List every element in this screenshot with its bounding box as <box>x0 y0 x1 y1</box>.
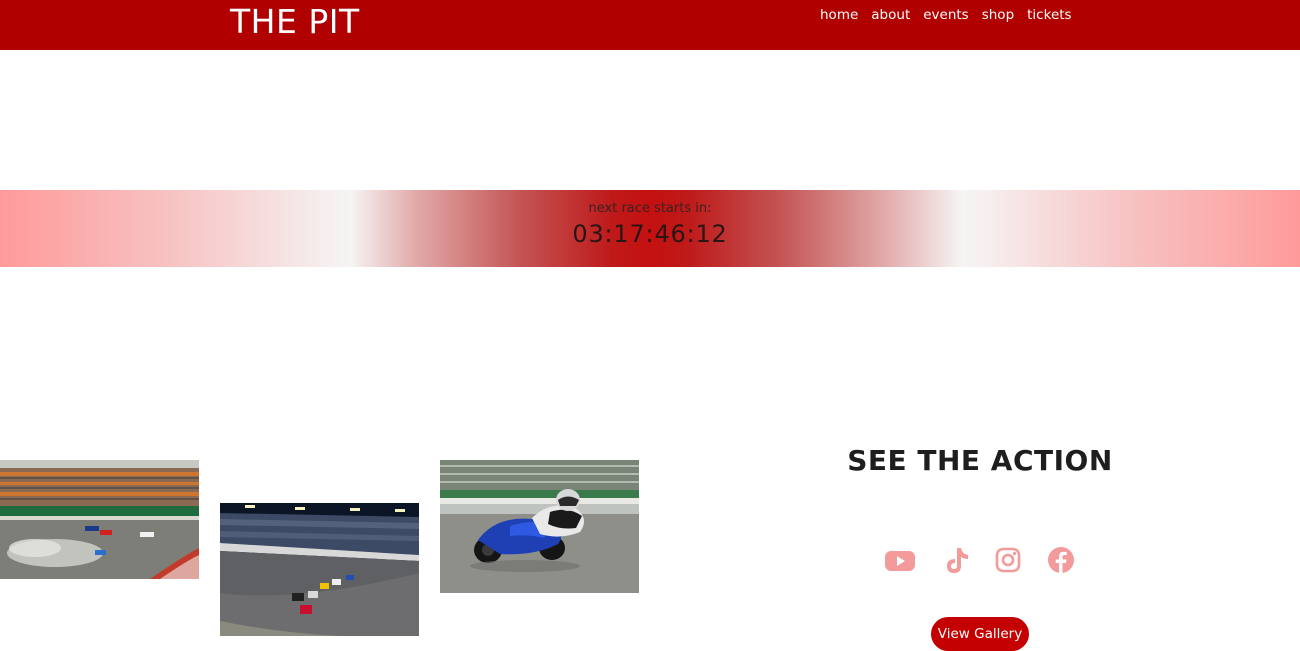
nav-link-home[interactable]: home <box>820 7 858 23</box>
nav-link-tickets[interactable]: tickets <box>1027 7 1071 23</box>
nav-link-events[interactable]: events <box>923 7 968 23</box>
see-the-action-heading: SEE THE ACTION <box>847 444 1113 477</box>
nav-link-about[interactable]: about <box>871 7 910 23</box>
tiktok-icon[interactable] <box>940 543 972 577</box>
countdown-banner: next race starts in: 03:17:46:12 <box>0 190 1300 267</box>
youtube-icon[interactable] <box>884 543 916 577</box>
blue-motorcycle-lean-photo <box>440 460 639 593</box>
main-nav: home about events shop tickets <box>820 7 1085 23</box>
instagram-icon[interactable] <box>992 543 1024 577</box>
countdown-label: next race starts in: <box>588 201 712 216</box>
stock-car-night-race-photo <box>220 503 419 636</box>
social-icons-row <box>880 543 1080 579</box>
f1-grandstand-crash-photo <box>0 460 199 579</box>
facebook-icon[interactable] <box>1045 543 1077 577</box>
view-gallery-button[interactable]: View Gallery <box>931 617 1029 651</box>
top-navbar: THE PIT home about events shop tickets <box>0 0 1300 50</box>
site-logo-text[interactable]: THE PIT <box>230 2 360 42</box>
countdown-timer: 03:17:46:12 <box>572 220 728 248</box>
nav-link-shop[interactable]: shop <box>982 7 1014 23</box>
